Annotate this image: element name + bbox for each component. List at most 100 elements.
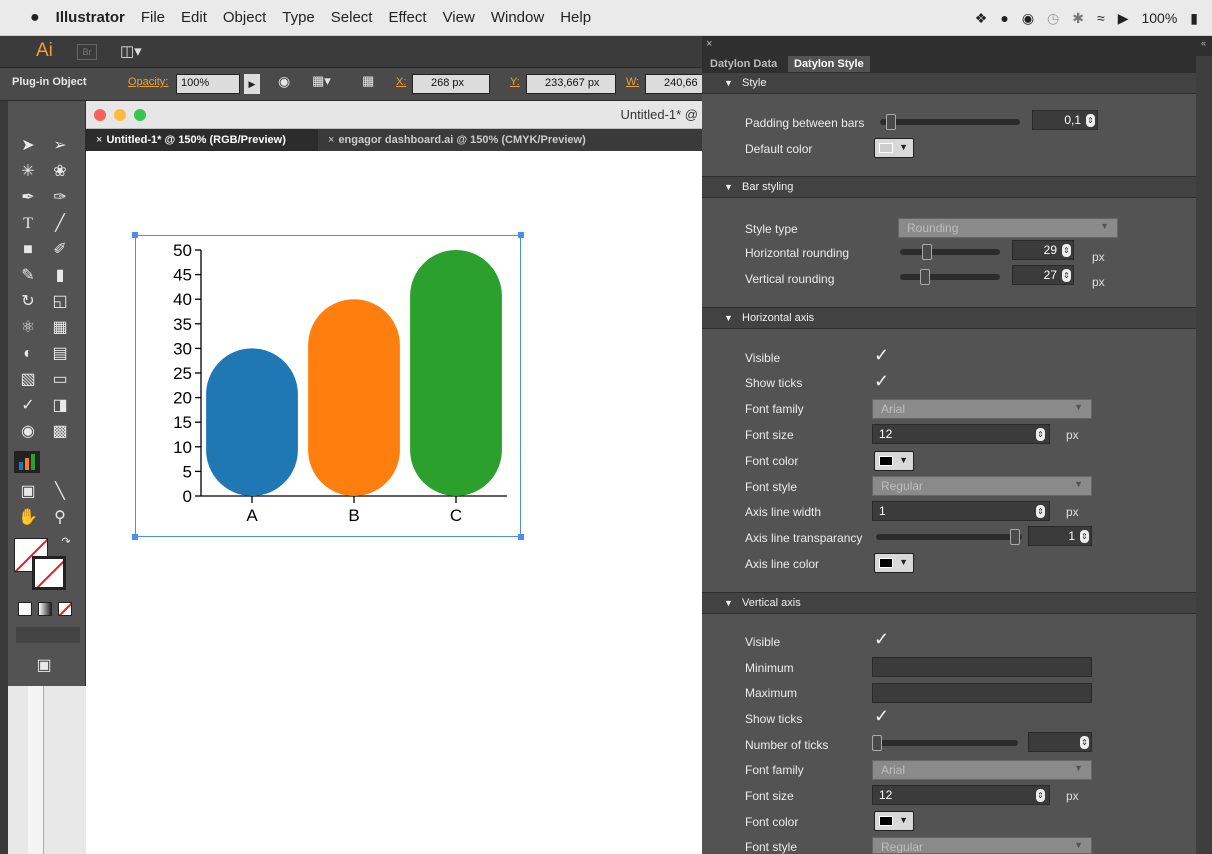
section-style[interactable]: ▼ Style [702,72,1212,94]
number-of-ticks-field[interactable]: ⇕ [1028,732,1092,752]
axis-line-color-swatch[interactable]: ▼ [874,553,914,573]
menu-effect[interactable]: Effect [380,9,434,26]
stepper-icon[interactable]: ⇕ [1062,269,1071,282]
magic-wand-tool-icon[interactable]: ✳ [14,161,42,183]
selection-tool-icon[interactable]: ➤ [14,135,42,157]
section-horizontal-axis[interactable]: ▼ Horizontal axis [702,307,1212,329]
none-mode-icon[interactable] [58,602,72,616]
workspace-switcher-icon[interactable]: ◫▾ [120,42,142,60]
free-transform-tool-icon[interactable]: ▦ [46,317,74,339]
y-label[interactable]: Y: [510,76,520,88]
recolor-icon[interactable]: ◉ [278,73,290,90]
paintbrush-tool-icon[interactable]: ✐ [46,239,74,261]
gradient-tool-icon[interactable]: ▭ [46,369,74,391]
number-of-ticks-slider[interactable] [872,735,1018,751]
curvature-tool-icon[interactable]: ✑ [46,187,74,209]
maximum-field[interactable] [872,683,1092,703]
hand-tool-icon[interactable]: ✋ [14,507,42,529]
swap-fill-stroke-icon[interactable]: ↷ [52,531,80,553]
reference-point-icon[interactable]: ▦ [362,73,374,89]
slider-knob[interactable] [872,735,882,751]
w-field[interactable]: 240,66 [645,74,702,94]
v-font-color-swatch[interactable]: ▼ [874,811,914,831]
section-vertical-axis[interactable]: ▼ Vertical axis [702,592,1212,614]
scale-tool-icon[interactable]: ◱ [46,291,74,313]
stepper-icon[interactable]: ⇕ [1036,789,1045,802]
column-graph-tool-icon[interactable]: ▩ [46,421,74,443]
panel-scrollbar[interactable] [1196,56,1212,854]
sync-icon[interactable]: ◉ [1022,10,1034,27]
x-label[interactable]: X: [396,76,406,88]
close-tab-icon[interactable]: × [328,134,334,146]
symbol-sprayer-tool-icon[interactable]: ◉ [14,421,42,443]
section-bar-styling[interactable]: ▼ Bar styling [702,176,1212,198]
bluetooth-icon[interactable]: ✱ [1072,10,1084,27]
v-visible-checkbox[interactable]: ✓ [874,630,889,648]
eyedropper-tool-icon[interactable]: ✓ [14,395,42,417]
h-font-color-swatch[interactable]: ▼ [874,451,914,471]
close-panel-icon[interactable]: × [706,38,712,50]
menu-help[interactable]: Help [552,9,599,26]
opacity-field[interactable]: 100% [176,74,240,94]
x-field[interactable]: 268 px [412,74,490,94]
datylon-plugin-icon[interactable] [14,451,40,473]
v-font-family-select[interactable]: Arial ▼ [872,760,1092,780]
rotate-tool-icon[interactable]: ↻ [14,291,42,313]
v-font-style-select[interactable]: Regular ▼ [872,837,1092,854]
screen-mode-icon[interactable]: ▣ [30,655,58,677]
h-visible-checkbox[interactable]: ✓ [874,346,889,364]
stroke-swatch[interactable] [32,556,66,590]
close-window-button[interactable] [94,109,106,121]
horizontal-rounding-field[interactable]: 29 ⇕ [1012,240,1074,260]
blend-tool-icon[interactable]: ◨ [46,395,74,417]
shape-builder-tool-icon[interactable]: ◐ [14,343,42,365]
padding-field[interactable]: 0,1 ⇕ [1032,110,1098,130]
apple-icon[interactable]: ● [0,9,48,27]
stepper-icon[interactable]: ⇕ [1062,244,1071,257]
minimize-window-button[interactable] [114,109,126,121]
close-tab-icon[interactable]: × [96,134,102,146]
stepper-icon[interactable]: ⇕ [1080,736,1089,749]
warp-tool-icon[interactable]: ⚛ [14,317,42,339]
h-font-style-select[interactable]: Regular ▼ [872,476,1092,496]
menu-object[interactable]: Object [215,9,274,26]
axis-line-width-field[interactable]: 1 ⇕ [872,501,1050,521]
slider-knob[interactable] [886,114,896,130]
graph-tool-icon[interactable]: ▤ [46,343,74,365]
notification-icon[interactable]: ● [1000,10,1008,26]
slider-knob[interactable] [922,244,932,260]
direct-selection-tool-icon[interactable]: ➢ [46,135,74,157]
menu-illustrator[interactable]: Illustrator [48,9,133,26]
tab-datylon-data[interactable]: Datylon Data [704,56,783,72]
stepper-icon[interactable]: ⇕ [1080,530,1089,543]
menu-type[interactable]: Type [274,9,323,26]
slice-tool-icon[interactable]: ╲ [46,481,74,503]
style-type-select[interactable]: Rounding ▼ [898,218,1118,238]
slider-knob[interactable] [920,269,930,285]
minimum-field[interactable] [872,657,1092,677]
h-font-size-field[interactable]: 12 ⇕ [872,424,1050,444]
menu-window[interactable]: Window [483,9,552,26]
eraser-tool-icon[interactable]: ▮ [46,265,74,287]
tab-engagor-dashboard[interactable]: × engagor dashboard.ai @ 150% (CMYK/Previ… [318,129,702,151]
menu-select[interactable]: Select [323,9,381,26]
h-font-family-select[interactable]: Arial ▼ [872,399,1092,419]
horizontal-rounding-slider[interactable] [900,244,1000,260]
menu-file[interactable]: File [133,9,173,26]
v-show-ticks-checkbox[interactable]: ✓ [874,707,889,725]
vertical-rounding-field[interactable]: 27 ⇕ [1012,265,1074,285]
transparancy-field[interactable]: 1 ⇕ [1028,526,1092,546]
type-tool-icon[interactable]: T [14,213,42,235]
rectangle-tool-icon[interactable]: ■ [14,239,42,261]
pencil-tool-icon[interactable]: ✎ [14,265,42,287]
v-font-size-field[interactable]: 12 ⇕ [872,785,1050,805]
dropbox-icon[interactable]: ❖ [975,10,988,27]
opacity-arrow-button[interactable]: ▶ [244,74,260,94]
wifi-icon[interactable]: ≈ [1097,10,1105,26]
tab-untitled-1[interactable]: × Untitled-1* @ 150% (RGB/Preview) [86,129,318,151]
stepper-icon[interactable]: ⇕ [1086,114,1095,127]
stepper-icon[interactable]: ⇕ [1036,505,1045,518]
align-icon[interactable]: ▦▾ [312,73,331,89]
volume-icon[interactable]: ▶ [1118,10,1129,27]
zoom-tool-icon[interactable]: ⚲ [46,507,74,529]
